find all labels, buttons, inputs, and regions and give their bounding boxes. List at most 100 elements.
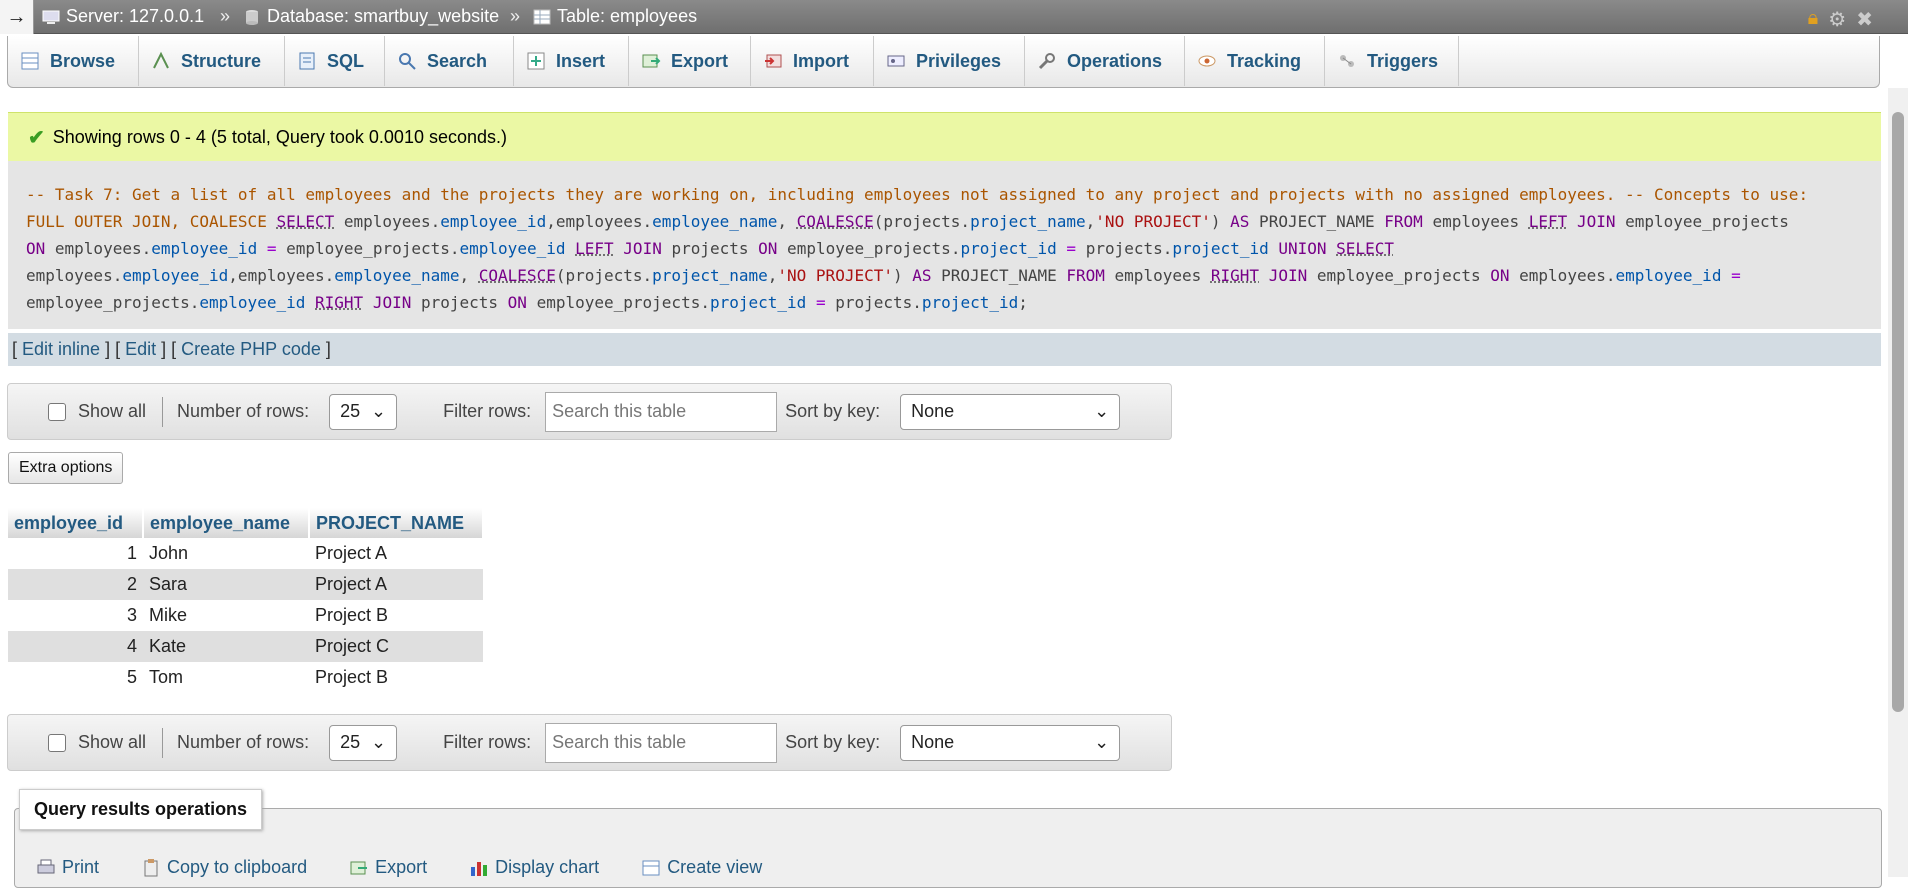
breadcrumb-separator: » — [510, 6, 520, 27]
cell-project-name: Project C — [309, 631, 483, 662]
tab-operations[interactable]: Operations — [1025, 36, 1185, 86]
cell-employee-name: Mike — [143, 600, 309, 631]
number-of-rows-label: Number of rows: — [177, 732, 309, 753]
filter-rows-input[interactable]: Search this table — [545, 392, 777, 432]
tab-sql[interactable]: SQL — [285, 36, 385, 86]
sql-icon — [297, 51, 317, 71]
insert-icon — [526, 51, 546, 71]
edit-link[interactable]: Edit — [125, 339, 156, 359]
table-tabs: Browse Structure SQL Search Insert Expor… — [7, 36, 1880, 88]
table-navigation-top: Show all Number of rows: 25 ⌄ Filter rows… — [7, 383, 1172, 440]
lock-icon[interactable]: 🔒︎ — [1808, 7, 1819, 32]
filter-rows-label: Filter rows: — [443, 732, 531, 753]
number-of-rows-select[interactable]: 25 ⌄ — [329, 394, 397, 430]
tab-label: SQL — [327, 51, 364, 72]
sql-comment: -- Task 7: Get a list of all employees a… — [26, 185, 1808, 204]
browse-icon — [20, 51, 40, 71]
cell-project-name: Project A — [309, 569, 483, 600]
tab-browse[interactable]: Browse — [8, 36, 139, 86]
create-view-icon — [641, 859, 661, 877]
tab-label: Insert — [556, 51, 605, 72]
breadcrumb-separator: » — [220, 6, 230, 27]
checkmark-icon: ✔ — [28, 125, 45, 150]
collapse-nav-button[interactable]: → — [0, 0, 34, 34]
cell-employee-name: Kate — [143, 631, 309, 662]
table-row[interactable]: 1 John Project A — [8, 538, 483, 569]
number-of-rows-select[interactable]: 25 ⌄ — [329, 725, 397, 761]
table-row[interactable]: 5 Tom Project B — [8, 662, 483, 693]
server-icon — [42, 9, 60, 25]
sort-by-key-label: Sort by key: — [785, 401, 880, 422]
breadcrumb-database-label: Database: smartbuy_website — [267, 6, 499, 27]
results-table: employee_id employee_name PROJECT_NAME 1… — [8, 508, 484, 693]
extra-options-button[interactable]: Extra options — [8, 452, 123, 484]
show-all-checkbox[interactable] — [48, 734, 66, 752]
print-link[interactable]: Print — [36, 857, 99, 878]
cell-project-name: Project A — [309, 538, 483, 569]
chevron-down-icon: ⌄ — [1094, 732, 1109, 753]
tab-search[interactable]: Search — [385, 36, 514, 86]
structure-icon — [151, 51, 171, 71]
tab-label: Structure — [181, 51, 261, 72]
column-header-employee-name[interactable]: employee_name — [143, 508, 309, 538]
chevron-down-icon: ⌄ — [1094, 401, 1109, 422]
export-label: Export — [375, 857, 427, 878]
tab-label: Operations — [1067, 51, 1162, 72]
tab-insert[interactable]: Insert — [514, 36, 629, 86]
filter-rows-input[interactable]: Search this table — [545, 723, 777, 763]
show-all-checkbox[interactable] — [48, 403, 66, 421]
tab-export[interactable]: Export — [629, 36, 751, 86]
table-row[interactable]: 3 Mike Project B — [8, 600, 483, 631]
table-row[interactable]: 4 Kate Project C — [8, 631, 483, 662]
create-view-link[interactable]: Create view — [641, 857, 762, 878]
number-of-rows-value: 25 — [340, 732, 360, 753]
gear-icon[interactable]: ⚙ — [1828, 7, 1846, 32]
top-right-icons: 🔒︎ ⚙ ✖ — [1808, 7, 1873, 32]
table-header-row: employee_id employee_name PROJECT_NAME — [8, 508, 483, 538]
table-icon — [533, 9, 551, 25]
create-php-code-link[interactable]: Create PHP code — [181, 339, 321, 359]
tab-privileges[interactable]: Privileges — [874, 36, 1025, 86]
sort-by-key-value: None — [911, 732, 954, 753]
tab-label: Search — [427, 51, 487, 72]
display-chart-link[interactable]: Display chart — [469, 857, 599, 878]
printer-icon — [36, 859, 56, 877]
column-header-employee-id[interactable]: employee_id — [8, 508, 143, 538]
close-icon[interactable]: ✖ — [1856, 7, 1873, 32]
breadcrumb-database[interactable]: Database: smartbuy_website — [243, 6, 499, 27]
database-icon — [243, 9, 261, 25]
sort-by-key-label: Sort by key: — [785, 732, 880, 753]
search-icon — [397, 51, 417, 71]
clipboard-icon — [141, 859, 161, 877]
table-navigation-bottom: Show all Number of rows: 25 ⌄ Filter rows… — [7, 714, 1172, 771]
export-link[interactable]: Export — [349, 857, 427, 878]
tab-label: Triggers — [1367, 51, 1438, 72]
cell-employee-id: 3 — [8, 600, 143, 631]
sort-by-key-select[interactable]: None ⌄ — [900, 394, 1120, 430]
sort-by-key-value: None — [911, 401, 954, 422]
tab-structure[interactable]: Structure — [139, 36, 285, 86]
tab-triggers[interactable]: Triggers — [1325, 36, 1459, 86]
cell-project-name: Project B — [309, 600, 483, 631]
tab-label: Browse — [50, 51, 115, 72]
edit-inline-link[interactable]: Edit inline — [22, 339, 100, 359]
cell-employee-id: 4 — [8, 631, 143, 662]
import-icon — [763, 51, 783, 71]
sort-by-key-select[interactable]: None ⌄ — [900, 725, 1120, 761]
copy-to-clipboard-link[interactable]: Copy to clipboard — [141, 857, 307, 878]
breadcrumb-table[interactable]: Table: employees — [533, 6, 697, 27]
tab-tracking[interactable]: Tracking — [1185, 36, 1325, 86]
table-row[interactable]: 2 Sara Project A — [8, 569, 483, 600]
copy-to-clipboard-label: Copy to clipboard — [167, 857, 307, 878]
show-all-label: Show all — [78, 401, 146, 422]
column-header-project-name[interactable]: PROJECT_NAME — [309, 508, 483, 538]
sql-links: [ Edit inline ] [ Edit ] [ Create PHP co… — [8, 333, 1881, 366]
tab-label: Import — [793, 51, 849, 72]
tab-import[interactable]: Import — [751, 36, 874, 86]
breadcrumb-server[interactable]: Server: 127.0.0.1 — [42, 6, 204, 27]
success-message: ✔ Showing rows 0 - 4 (5 total, Query too… — [8, 112, 1881, 161]
sql-query-display: -- Task 7: Get a list of all employees a… — [8, 161, 1881, 329]
scrollbar-thumb[interactable] — [1892, 112, 1904, 712]
print-label: Print — [62, 857, 99, 878]
chevron-down-icon: ⌄ — [371, 401, 386, 422]
